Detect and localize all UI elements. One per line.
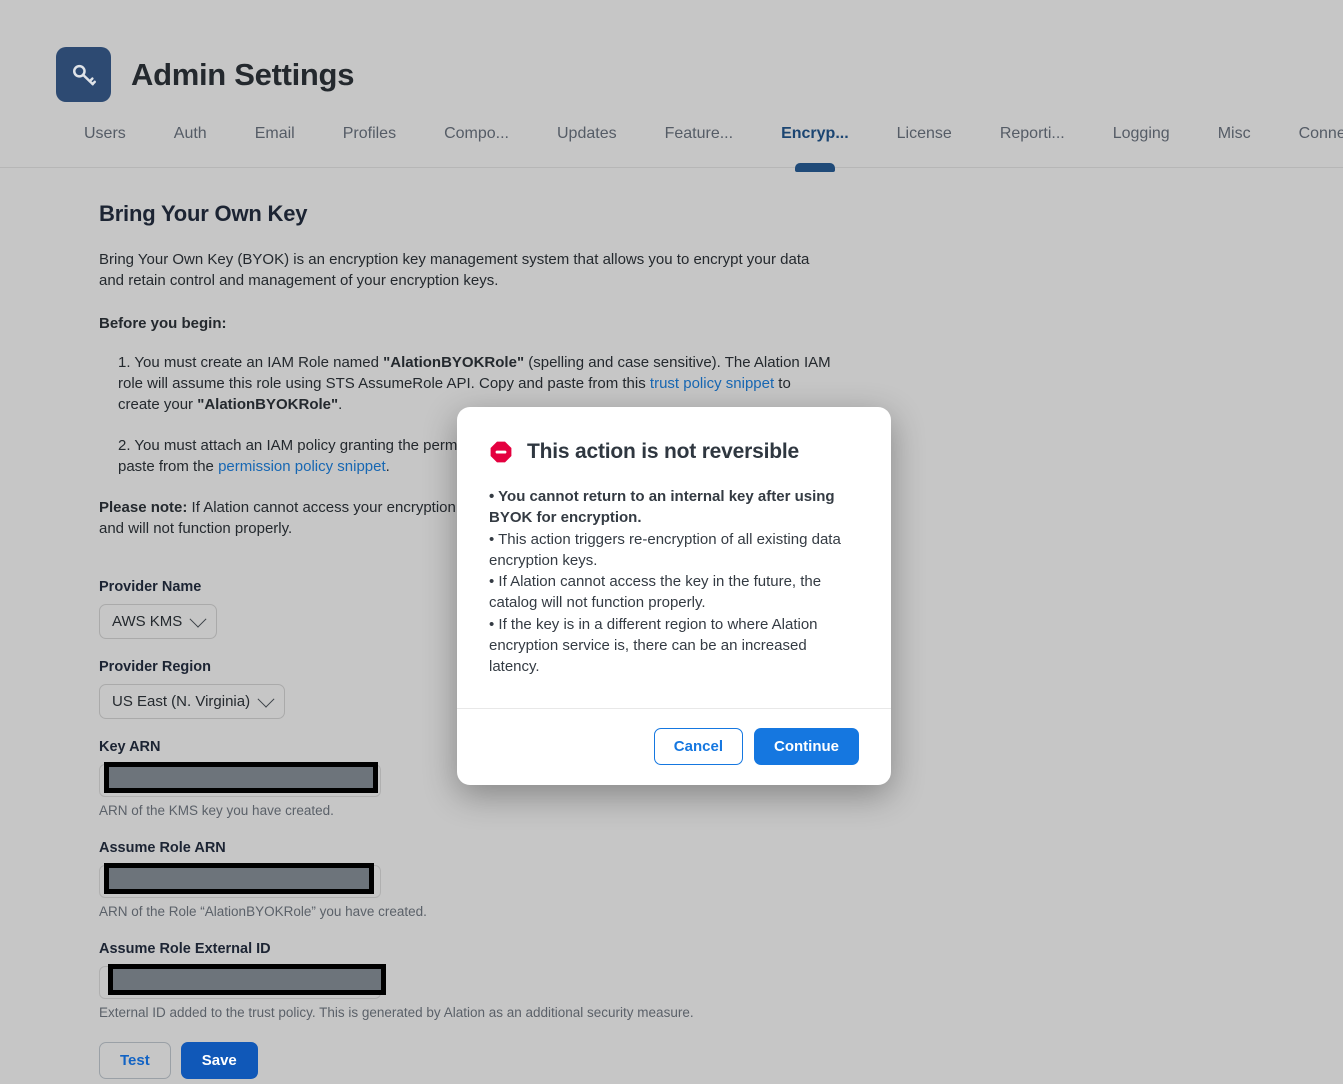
stop-octagon-icon [490, 441, 512, 463]
step-2-text-b: . [385, 458, 390, 475]
chevron-down-icon [257, 690, 275, 708]
dialog-bullet-1: • You cannot return to an internal key a… [489, 488, 835, 527]
cancel-button[interactable]: Cancel [653, 727, 743, 765]
section-title: Bring Your Own Key [99, 201, 308, 226]
tab-license[interactable]: License [873, 122, 976, 146]
dialog-title: This action is not reversible [527, 440, 799, 463]
tab-encryption[interactable]: Encryp... [757, 122, 873, 146]
tab-profiles[interactable]: Profiles [319, 122, 420, 146]
dialog-bullet-3: • If Alation cannot access the key in th… [489, 573, 822, 612]
step-1-role-name-2: "AlationBYOKRole" [197, 396, 339, 413]
redaction-bar [104, 863, 374, 894]
test-button[interactable]: Test [99, 1042, 171, 1079]
tab-misc[interactable]: Misc [1194, 122, 1275, 146]
assume-role-external-id-helper: External ID added to the trust policy. T… [99, 1005, 694, 1020]
provider-name-value: AWS KMS [112, 613, 183, 630]
tab-features[interactable]: Feature... [641, 122, 757, 146]
tab-logging[interactable]: Logging [1089, 122, 1194, 146]
save-button[interactable]: Save [180, 1042, 258, 1079]
provider-region-select[interactable]: US East (N. Virginia) [99, 684, 286, 719]
key-icon [56, 47, 111, 102]
key-arn-helper: ARN of the KMS key you have created. [99, 803, 334, 818]
provider-region-value: US East (N. Virginia) [112, 693, 251, 710]
app-header: Admin Settings [0, 0, 1343, 102]
redaction-bar [108, 964, 386, 995]
please-note-label: Please note: [99, 499, 188, 516]
tabbar: Users Auth Email Profiles Compo... Updat… [0, 122, 1343, 168]
provider-name-select[interactable]: AWS KMS [99, 604, 218, 639]
trust-policy-snippet-link[interactable]: trust policy snippet [650, 375, 774, 392]
tab-users[interactable]: Users [60, 122, 150, 146]
assume-role-arn-label: Assume Role ARN [99, 840, 226, 856]
permission-policy-snippet-link[interactable]: permission policy snippet [218, 458, 386, 475]
tab-updates[interactable]: Updates [533, 122, 641, 146]
tab-components[interactable]: Compo... [420, 122, 533, 146]
dialog-body: • You cannot return to an internal key a… [457, 464, 891, 708]
not-reversible-dialog: This action is not reversible • You cann… [457, 407, 891, 785]
step-1-text-d: . [338, 396, 343, 413]
dialog-footer: Cancel Continue [457, 707, 891, 785]
tab-email[interactable]: Email [231, 122, 319, 146]
dialog-header: This action is not reversible [457, 407, 891, 464]
chevron-down-icon [189, 610, 207, 628]
assume-role-arn-input[interactable] [99, 863, 381, 898]
assume-role-external-id-input[interactable] [99, 964, 386, 999]
continue-button[interactable]: Continue [754, 727, 859, 765]
page-title: Admin Settings [131, 56, 355, 92]
form-actions: Test Save [99, 1042, 859, 1079]
step-1-text-a: 1. You must create an IAM Role named [118, 354, 384, 371]
assume-role-external-id-label: Assume Role External ID [99, 941, 271, 957]
assume-role-arn-helper: ARN of the Role “AlationBYOKRole” you ha… [99, 904, 427, 919]
tab-connect[interactable]: Connect [1275, 122, 1343, 146]
tab-reporting[interactable]: Reporti... [976, 122, 1089, 146]
dialog-bullet-4: • If the key is in a different region to… [489, 615, 818, 676]
key-arn-input[interactable] [99, 762, 381, 797]
redaction-bar [104, 762, 378, 793]
step-1-role-name: "AlationBYOKRole" [383, 354, 525, 371]
dialog-bullet-2: • This action triggers re-encryption of … [489, 530, 841, 569]
step-1: 1. You must create an IAM Role named "Al… [99, 352, 833, 415]
intro-paragraph: Bring Your Own Key (BYOK) is an encrypti… [99, 251, 810, 289]
before-you-begin-label: Before you begin: [99, 315, 227, 332]
tab-auth[interactable]: Auth [150, 122, 231, 146]
tab-list: Users Auth Email Profiles Compo... Updat… [0, 122, 1343, 146]
